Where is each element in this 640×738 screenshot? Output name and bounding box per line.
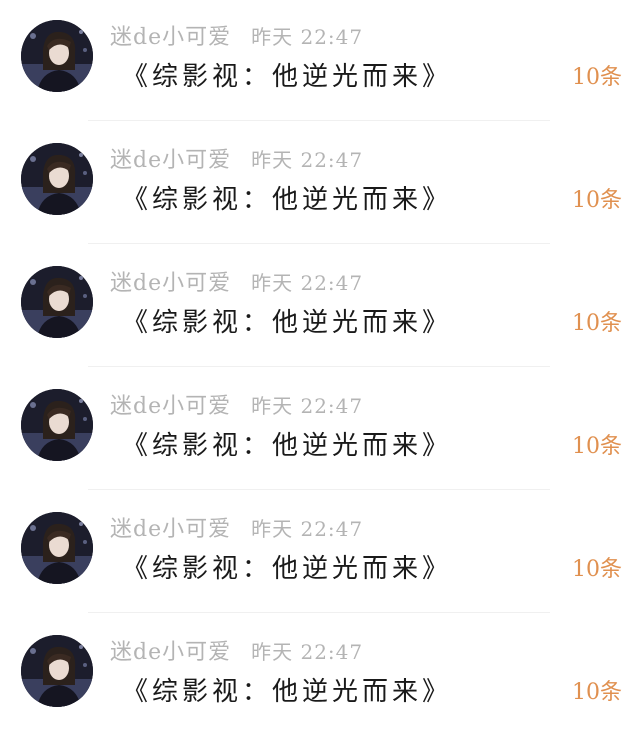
user-avatar-icon (21, 266, 93, 338)
divider (88, 366, 550, 367)
comment-meta: 迷de小可爱 昨天 22:47 (110, 514, 363, 544)
timestamp: 昨天 22:47 (251, 271, 364, 295)
list-item[interactable]: 迷de小可爱 昨天 22:47 《综影视：他逆光而来》 10条 (0, 492, 640, 615)
list-item[interactable]: 迷de小可爱 昨天 22:47 《综影视：他逆光而来》 10条 (0, 369, 640, 492)
comment-list: 迷de小可爱 昨天 22:47 《综影视：他逆光而来》 10条 迷de小可爱 昨天 … (0, 0, 640, 729)
comment-meta: 迷de小可爱 昨天 22:47 (110, 391, 363, 421)
reply-count[interactable]: 10条 (572, 429, 622, 465)
user-avatar-icon (21, 143, 93, 215)
story-title[interactable]: 《综影视：他逆光而来》 (122, 304, 452, 342)
avatar[interactable] (21, 389, 93, 461)
avatar[interactable] (21, 143, 93, 215)
avatar[interactable] (21, 512, 93, 584)
reply-count[interactable]: 10条 (572, 552, 622, 588)
comment-meta: 迷de小可爱 昨天 22:47 (110, 22, 363, 52)
story-title[interactable]: 《综影视：他逆光而来》 (122, 58, 452, 96)
divider (88, 489, 550, 490)
list-item[interactable]: 迷de小可爱 昨天 22:47 《综影视：他逆光而来》 10条 (0, 615, 640, 738)
divider (88, 120, 550, 121)
story-title[interactable]: 《综影视：他逆光而来》 (122, 673, 452, 711)
reply-count[interactable]: 10条 (572, 183, 622, 219)
story-title[interactable]: 《综影视：他逆光而来》 (122, 550, 452, 588)
timestamp: 昨天 22:47 (251, 640, 364, 664)
list-item[interactable]: 迷de小可爱 昨天 22:47 《综影视：他逆光而来》 10条 (0, 246, 640, 369)
author-name[interactable]: 迷de小可爱 (110, 517, 231, 542)
comment-meta: 迷de小可爱 昨天 22:47 (110, 637, 363, 667)
timestamp: 昨天 22:47 (251, 25, 364, 49)
timestamp: 昨天 22:47 (251, 517, 364, 541)
story-title[interactable]: 《综影视：他逆光而来》 (122, 427, 452, 465)
story-title[interactable]: 《综影视：他逆光而来》 (122, 181, 452, 219)
list-item[interactable]: 迷de小可爱 昨天 22:47 《综影视：他逆光而来》 10条 (0, 0, 640, 123)
comment-meta: 迷de小可爱 昨天 22:47 (110, 145, 363, 175)
avatar[interactable] (21, 635, 93, 707)
timestamp: 昨天 22:47 (251, 394, 364, 418)
reply-count[interactable]: 10条 (572, 60, 622, 96)
divider (88, 243, 550, 244)
user-avatar-icon (21, 635, 93, 707)
author-name[interactable]: 迷de小可爱 (110, 271, 231, 296)
author-name[interactable]: 迷de小可爱 (110, 148, 231, 173)
reply-count[interactable]: 10条 (572, 675, 622, 711)
author-name[interactable]: 迷de小可爱 (110, 394, 231, 419)
list-item[interactable]: 迷de小可爱 昨天 22:47 《综影视：他逆光而来》 10条 (0, 123, 640, 246)
user-avatar-icon (21, 512, 93, 584)
user-avatar-icon (21, 20, 93, 92)
comment-meta: 迷de小可爱 昨天 22:47 (110, 268, 363, 298)
author-name[interactable]: 迷de小可爱 (110, 640, 231, 665)
divider (88, 612, 550, 613)
user-avatar-icon (21, 389, 93, 461)
avatar[interactable] (21, 20, 93, 92)
reply-count[interactable]: 10条 (572, 306, 622, 342)
author-name[interactable]: 迷de小可爱 (110, 25, 231, 50)
timestamp: 昨天 22:47 (251, 148, 364, 172)
avatar[interactable] (21, 266, 93, 338)
